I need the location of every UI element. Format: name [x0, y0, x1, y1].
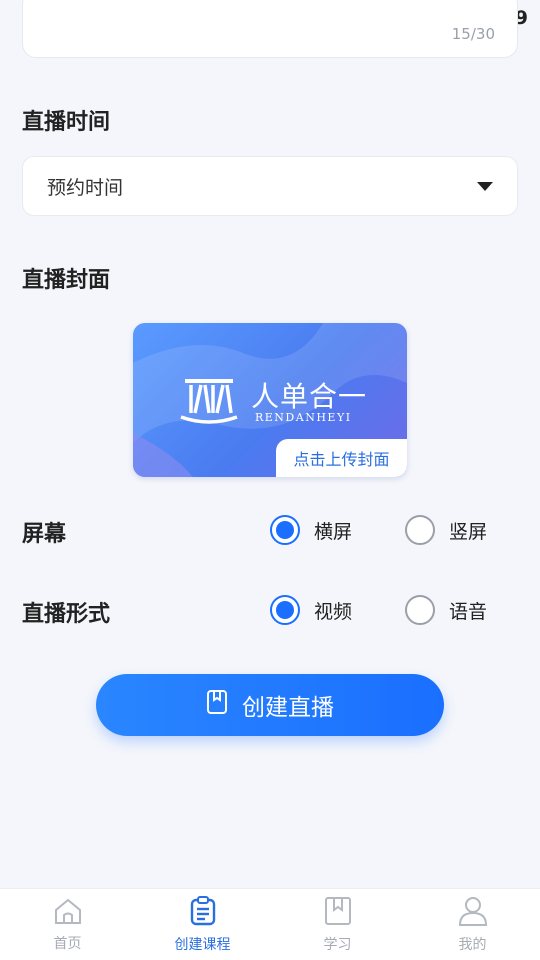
tab-create-course[interactable]: 创建课程 — [135, 889, 270, 960]
tab-home[interactable]: 首页 — [0, 889, 135, 960]
screen-option-landscape[interactable]: 横屏 — [270, 515, 352, 545]
upload-cover-button[interactable]: 点击上传封面 — [276, 439, 407, 477]
caret-down-icon — [477, 181, 493, 191]
cover-label: 直播封面 — [22, 268, 111, 293]
home-icon — [53, 897, 83, 929]
tab-mine[interactable]: 我的 — [405, 889, 540, 960]
radio-checked-icon[interactable] — [270, 515, 300, 545]
live-time-select-value: 预约时间 — [47, 176, 124, 199]
char-counter: 15/30 — [451, 25, 495, 43]
cover-image[interactable]: 人单合一 RENDANHEYI 点击上传封面 — [133, 323, 407, 477]
tab-study-label: 学习 — [323, 936, 352, 953]
create-live-button-label: 创建直播 — [242, 695, 334, 721]
bottom-tabbar: 首页 创建课程 学习 我的 — [0, 888, 540, 960]
screen-radio-group: 横屏 竖屏 — [0, 511, 540, 551]
user-icon — [458, 896, 488, 930]
tab-home-label: 首页 — [53, 935, 82, 952]
live-time-label: 直播时间 — [22, 110, 111, 135]
live-format-radio-group: 视频 语音 — [0, 591, 540, 631]
radio-unchecked-icon[interactable] — [405, 515, 435, 545]
screen-option-portrait-label: 竖屏 — [449, 520, 488, 543]
brand-name-cn: 人单合一 — [251, 380, 368, 413]
format-option-audio-label: 语音 — [449, 600, 488, 623]
screen-option-landscape-label: 横屏 — [314, 520, 353, 543]
book-icon — [324, 896, 352, 930]
clipboard-icon — [189, 895, 217, 930]
brand-name-en: RENDANHEYI — [255, 411, 352, 424]
live-time-select[interactable]: 预约时间 — [22, 156, 518, 216]
format-option-video-label: 视频 — [314, 600, 353, 623]
tab-create-course-label: 创建课程 — [174, 936, 231, 953]
tab-study[interactable]: 学习 — [270, 889, 405, 960]
format-option-audio[interactable]: 语音 — [405, 595, 487, 625]
create-live-button[interactable]: 创建直播 — [96, 674, 444, 736]
radio-checked-icon[interactable] — [270, 595, 300, 625]
tab-mine-label: 我的 — [458, 936, 487, 953]
title-textarea[interactable]: 15/30 — [22, 0, 518, 58]
screen-option-portrait[interactable]: 竖屏 — [405, 515, 487, 545]
radio-unchecked-icon[interactable] — [405, 595, 435, 625]
bookmark-icon — [206, 689, 228, 721]
format-option-video[interactable]: 视频 — [270, 595, 352, 625]
